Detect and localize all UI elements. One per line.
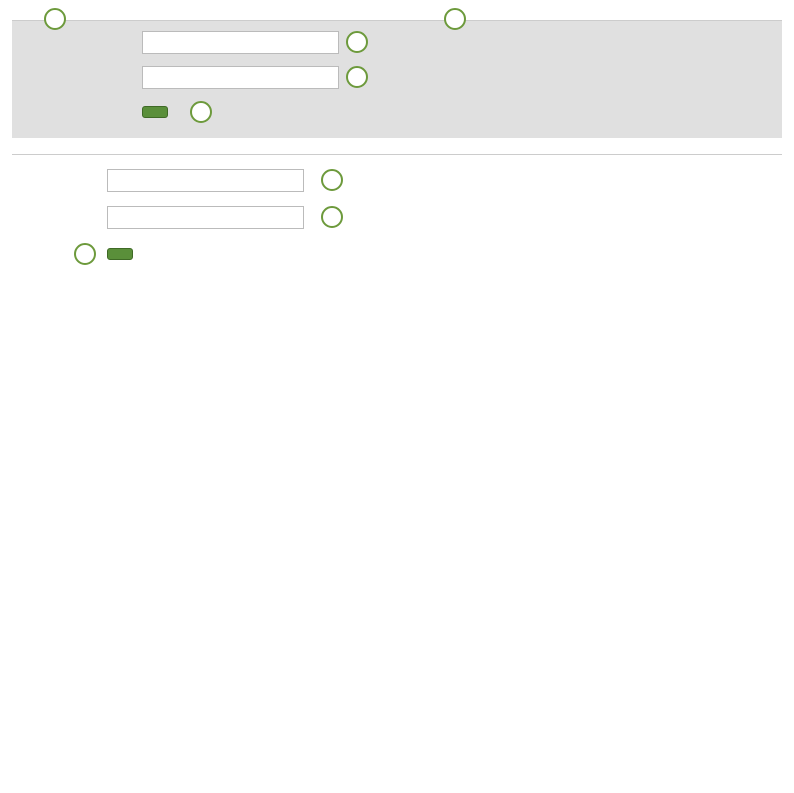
edit-display-input[interactable]	[142, 31, 339, 54]
add-display-label	[12, 206, 107, 210]
annotation-9	[321, 206, 343, 228]
edit-display-label	[20, 31, 142, 35]
add-display-input[interactable]	[107, 206, 304, 229]
annotation-6	[346, 66, 368, 88]
add-button[interactable]	[107, 248, 133, 260]
edit-panel	[12, 21, 782, 138]
add-site-form	[12, 154, 782, 260]
iframe-sites-table	[12, 8, 782, 138]
add-site-input[interactable]	[107, 169, 304, 192]
add-site-label	[12, 169, 107, 173]
annotation-10	[74, 243, 96, 265]
header-display[interactable]	[472, 8, 712, 21]
annotation-5	[346, 31, 368, 53]
header-site[interactable]	[12, 8, 472, 21]
save-button[interactable]	[142, 106, 168, 118]
annotation-7	[190, 101, 212, 123]
edit-iconhost-label	[20, 66, 142, 70]
annotation-8	[321, 169, 343, 191]
edit-iconhost-input[interactable]	[142, 66, 339, 89]
